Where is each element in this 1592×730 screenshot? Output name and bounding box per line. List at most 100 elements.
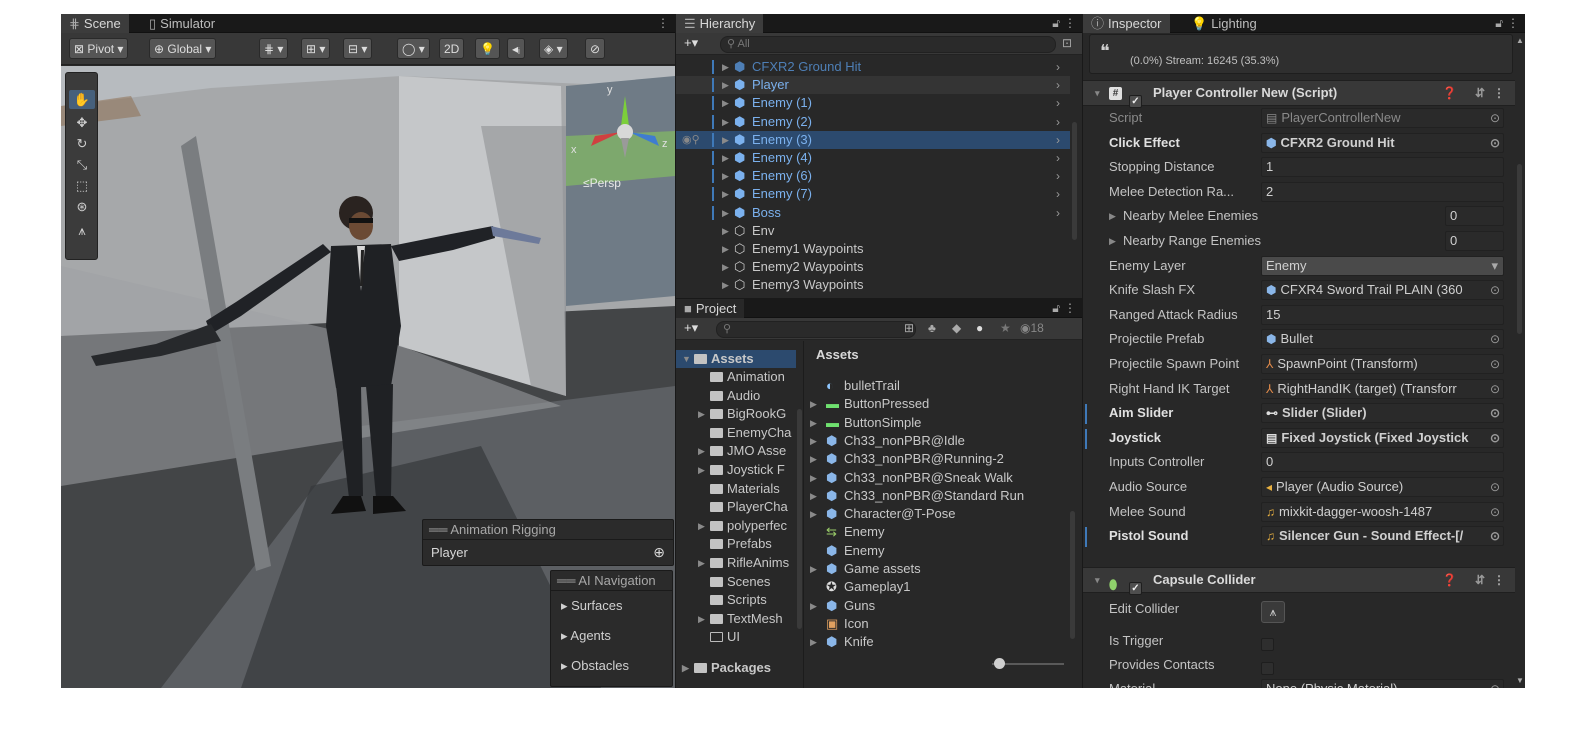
expand-arrow-icon[interactable]: ▶ [810, 560, 817, 578]
favorite-icon[interactable]: ★ [1000, 321, 1011, 335]
hierarchy-item[interactable]: ▶ ⬢ Enemy (4) › [676, 149, 1070, 167]
asset-item[interactable]: ▣ Icon [806, 615, 1066, 633]
right-hand-ik-target-field[interactable]: ⅄ RightHandIK (target) (Transforr [1261, 378, 1504, 399]
warning-icon[interactable]: ● [976, 321, 983, 335]
persp-label[interactable]: ≤Persp [583, 176, 621, 190]
expand-arrow-icon[interactable]: ▶ [722, 240, 729, 258]
hidden-packages-toggle[interactable]: ◉18 [1020, 321, 1044, 335]
open-prefab-icon[interactable]: › [1056, 94, 1060, 112]
ranged-attack-radius-field[interactable]: 15 [1261, 304, 1504, 325]
tab-scene[interactable]: ⋕ Scene [61, 14, 129, 33]
asset-item[interactable]: ⇆ Enemy [806, 523, 1066, 541]
expand-arrow-icon[interactable]: ▶ [810, 487, 817, 505]
scale-tool-icon[interactable]: ⤡ [69, 155, 95, 174]
toggle-2d-button[interactable]: 2D [439, 38, 465, 59]
open-prefab-icon[interactable]: › [1056, 204, 1060, 222]
collapse-icon[interactable]: ▾ [1095, 568, 1100, 592]
more-options-icon[interactable]: ⋮ [1064, 299, 1076, 318]
rotate-tool-icon[interactable]: ↻ [69, 134, 95, 153]
asset-item[interactable]: ▶ ⬢ Ch33_nonPBR@Standard Run [806, 487, 1066, 505]
expand-arrow-icon[interactable]: ▶ [810, 432, 817, 450]
folder-item[interactable]: PlayerCha [676, 498, 794, 516]
expand-arrow-icon[interactable]: ▼ [682, 350, 691, 368]
asset-item[interactable]: ▶ ⬢ Character@T-Pose [806, 505, 1066, 523]
hierarchy-item[interactable]: ▶ ⬡ Enemy2 Waypoints [676, 258, 1070, 276]
enemy-layer-field[interactable]: Enemy [1261, 255, 1504, 276]
scene-viewport[interactable]: y x z ≤Persp ✋ ✥ ↻ ⤡ ⬚ ⊛ ⩚ ══ Animation … [61, 66, 675, 688]
component-menu-icon[interactable]: ⋮ [1493, 81, 1505, 105]
inspector-scrollbar[interactable] [1517, 164, 1522, 334]
asset-item[interactable]: ▶ ▬ ButtonSimple [806, 414, 1066, 432]
folder-item[interactable]: Scenes [676, 573, 794, 591]
tab-lighting[interactable]: 💡 Lighting [1183, 14, 1265, 33]
hierarchy-item[interactable]: ▶ ⬡ Enemy1 Waypoints [676, 240, 1070, 258]
audio-source-field[interactable]: ◂ Player (Audio Source) [1261, 477, 1504, 497]
capsule-collider-header[interactable]: ▾ ⬮ ✓ Capsule Collider ❓ ⇵ ⋮ [1083, 567, 1515, 595]
folder-item[interactable]: Audio [676, 387, 794, 405]
open-prefab-icon[interactable]: › [1056, 58, 1060, 76]
hierarchy-item[interactable]: ◉⚲ ▶ ⬢ Enemy (3) › [676, 130, 1070, 149]
folder-item[interactable]: Scripts [676, 591, 794, 609]
asset-item[interactable]: ◐ bulletTrail [806, 377, 1066, 395]
asset-item[interactable]: ▶ ⬢ Ch33_nonPBR@Idle [806, 432, 1066, 450]
hierarchy-item[interactable]: ▶ ⬢ Enemy (7) › [676, 185, 1070, 203]
expand-arrow-icon[interactable]: ▶ [722, 167, 729, 185]
hierarchy-item[interactable]: ▶ ⬢ Player › [676, 76, 1070, 95]
rigging-player-row[interactable]: Player ⊕ [423, 540, 673, 565]
expand-arrow-icon[interactable]: ▶ [722, 204, 729, 222]
joystick-field[interactable]: ▤ Fixed Joystick (Fixed Joystick [1261, 427, 1504, 448]
edit-collider-button[interactable]: ⩚ [1261, 601, 1285, 623]
folder-item[interactable]: ▶ TextMesh [676, 610, 794, 628]
pistol-sound-field[interactable]: ♫ Silencer Gun - Sound Effect-[/ [1261, 526, 1504, 547]
nearby-melee-enemies-size-field[interactable]: 0 [1445, 206, 1504, 227]
script-field[interactable]: ▤ PlayerControllerNew [1261, 108, 1504, 128]
snap-increment-button[interactable]: ⊞ ▾ [301, 38, 331, 59]
expand-arrow-icon[interactable]: ▶ [810, 414, 817, 432]
assets-breadcrumb[interactable]: Assets [816, 347, 859, 362]
scene-visibility-icon[interactable]: ⊡ [1062, 36, 1072, 50]
expand-arrow-icon[interactable]: ▶ [810, 469, 817, 487]
open-prefab-icon[interactable]: › [1056, 149, 1060, 167]
pivot-dropdown[interactable]: ⊠ Pivot ▾ [69, 38, 129, 59]
collapse-icon[interactable]: ▾ [1095, 81, 1100, 105]
open-prefab-icon[interactable]: › [1056, 185, 1060, 203]
folder-assets[interactable]: ▼ Assets [676, 350, 796, 368]
icon-size-slider-handle[interactable] [994, 658, 1005, 669]
global-dropdown[interactable]: ⊕ Global ▾ [149, 38, 217, 59]
rect-tool-icon[interactable]: ⬚ [69, 176, 95, 195]
folder-item[interactable]: Prefabs [676, 535, 794, 553]
projectile-prefab-field[interactable]: ⬢ Bullet [1261, 329, 1504, 350]
inputs-controller-field[interactable]: 0 [1261, 452, 1504, 473]
grid-snap-button[interactable]: ⋕ ▾ [259, 38, 289, 59]
visibility-icon[interactable]: ◉⚲ [682, 131, 700, 149]
folder-item[interactable]: Materials [676, 480, 794, 498]
expand-arrow-icon[interactable]: ▶ [722, 113, 729, 131]
expand-arrow-icon[interactable]: ▶ [722, 258, 729, 276]
expand-arrow-icon[interactable]: ▶ [722, 76, 729, 94]
custom-tool-icon[interactable]: ⩚ [69, 221, 95, 240]
aim-slider-field[interactable]: ⊷ Slider (Slider) [1261, 403, 1504, 424]
expand-arrow-icon[interactable]: ▶ [722, 185, 729, 203]
ai-nav-item-obstacles[interactable]: ▸ Obstacles [551, 651, 672, 681]
hierarchy-scrollbar[interactable] [1072, 122, 1077, 240]
asset-item[interactable]: ⬢ Enemy [806, 542, 1066, 560]
hierarchy-item[interactable]: ▶ ⬡ Enemy3 Waypoints [676, 276, 1070, 294]
expand-arrow-icon[interactable]: ▶ [698, 610, 705, 628]
audio-toggle-icon[interactable]: ◂ᵢ [507, 38, 525, 59]
expand-arrow-icon[interactable]: ▶ [698, 405, 705, 423]
align-button[interactable]: ⊟ ▾ [343, 38, 373, 59]
knife-slash-fx-field[interactable]: ⬢ CFXR4 Sword Trail PLAIN (360 [1261, 280, 1504, 301]
tag-icon[interactable]: ◆ [952, 321, 961, 335]
expand-arrow-icon[interactable]: ▶ [722, 94, 729, 112]
search-by-label-icon[interactable]: ♣ [928, 321, 936, 335]
folder-item[interactable]: ▶ polyperfec [676, 517, 794, 535]
expand-arrow-icon[interactable]: ▶ [698, 517, 705, 535]
effects-toggle-icon[interactable]: ◈ ▾ [539, 38, 568, 59]
open-prefab-icon[interactable]: › [1056, 113, 1060, 131]
click-effect-field[interactable]: ⬢ CFXR2 Ground Hit [1261, 132, 1504, 153]
tab-hierarchy[interactable]: ☰ Hierarchy [676, 14, 764, 33]
asset-item[interactable]: ▶ ⬢ Guns [806, 597, 1066, 615]
expand-arrow-icon[interactable]: ▶ [810, 633, 817, 651]
open-prefab-icon[interactable]: › [1056, 167, 1060, 185]
folder-item[interactable]: ▶ Joystick F [676, 461, 794, 479]
